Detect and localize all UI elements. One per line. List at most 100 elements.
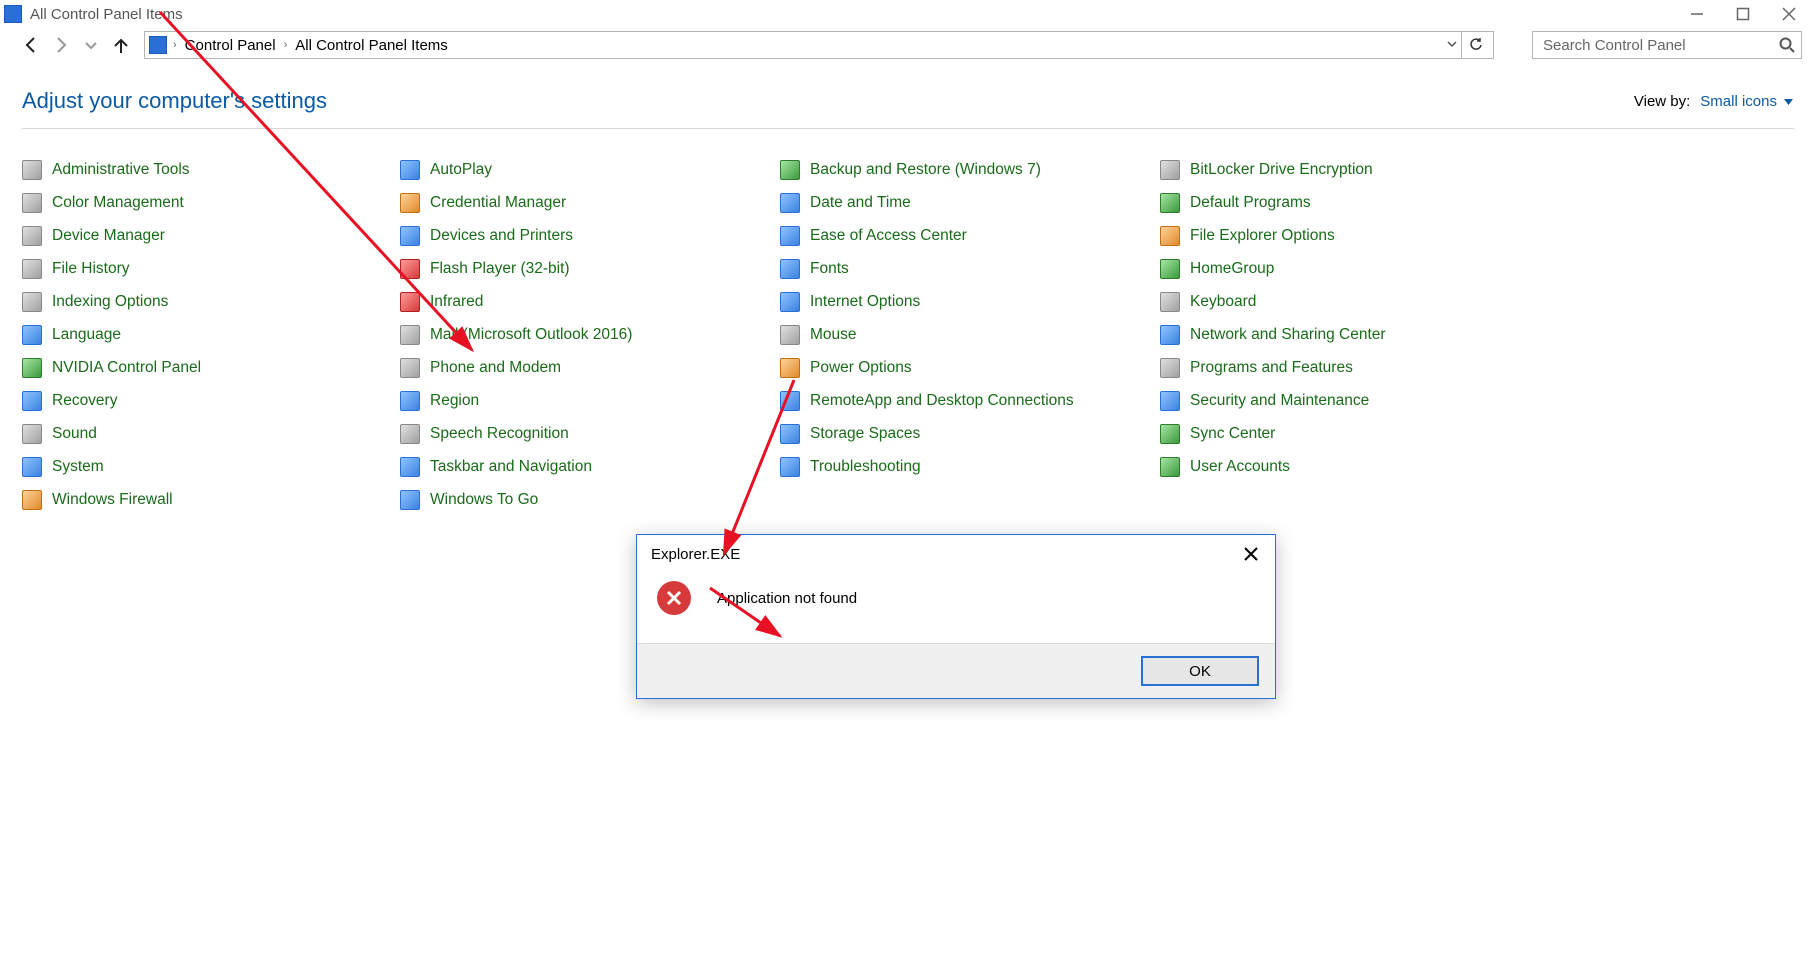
- content-area: Adjust your computer's settings View by:…: [0, 62, 1816, 516]
- window-title: All Control Panel Items: [30, 6, 183, 23]
- breadcrumb-current[interactable]: All Control Panel Items: [289, 37, 454, 54]
- search-icon: [1779, 37, 1795, 53]
- minimize-button[interactable]: [1674, 0, 1720, 28]
- control-panel-item[interactable]: Region: [400, 384, 780, 417]
- applet-icon: [1160, 160, 1180, 180]
- search-input[interactable]: Search Control Panel: [1532, 31, 1802, 59]
- dialog-titlebar[interactable]: Explorer.EXE: [637, 535, 1275, 573]
- recent-locations-button[interactable]: [78, 32, 104, 58]
- control-panel-item[interactable]: Credential Manager: [400, 186, 780, 219]
- back-button[interactable]: [18, 32, 44, 58]
- applet-icon: [22, 490, 42, 510]
- maximize-button[interactable]: [1720, 0, 1766, 28]
- grid-column: Administrative ToolsColor Management Devi…: [22, 153, 400, 516]
- applet-label: Indexing Options: [52, 293, 168, 311]
- applet-icon: [22, 193, 42, 213]
- control-panel-item[interactable]: Language: [22, 318, 400, 351]
- applet-icon: [22, 424, 42, 444]
- control-panel-item[interactable]: Default Programs: [1160, 186, 1540, 219]
- arrow-right-icon: [52, 36, 70, 54]
- control-panel-item[interactable]: Keyboard: [1160, 285, 1540, 318]
- applet-label: Power Options: [810, 359, 912, 377]
- control-panel-item[interactable]: Mail (Microsoft Outlook 2016): [400, 318, 780, 351]
- applet-label: BitLocker Drive Encryption: [1190, 161, 1373, 179]
- control-panel-item[interactable]: Mouse: [780, 318, 1160, 351]
- control-panel-item[interactable]: Storage Spaces: [780, 417, 1160, 450]
- control-panel-item[interactable]: NVIDIA Control Panel: [22, 351, 400, 384]
- control-panel-item-grid: Administrative ToolsColor ManagementDevi…: [22, 153, 1794, 516]
- applet-icon: [1160, 292, 1180, 312]
- control-panel-item[interactable]: Infrared: [400, 285, 780, 318]
- control-panel-item[interactable]: Power Options: [780, 351, 1160, 384]
- address-dropdown[interactable]: [1443, 37, 1461, 54]
- control-panel-item[interactable]: Ease of Access Center: [780, 219, 1160, 252]
- control-panel-item[interactable]: AutoPlay: [400, 153, 780, 186]
- control-panel-item[interactable]: Flash Player (32-bit): [400, 252, 780, 285]
- control-panel-item[interactable]: System: [22, 450, 400, 483]
- applet-icon: [780, 325, 800, 345]
- applet-icon: [400, 226, 420, 246]
- control-panel-item[interactable]: Windows To Go: [400, 483, 780, 516]
- control-panel-item[interactable]: Security and Maintenance: [1160, 384, 1540, 417]
- applet-label: Phone and Modem: [430, 359, 561, 377]
- applet-label: Credential Manager: [430, 194, 566, 212]
- breadcrumb-root[interactable]: Control Panel: [179, 37, 282, 54]
- control-panel-item[interactable]: Device Manager: [22, 219, 400, 252]
- control-panel-item[interactable]: Troubleshooting: [780, 450, 1160, 483]
- control-panel-item[interactable]: Recovery: [22, 384, 400, 417]
- header-row: Adjust your computer's settings View by:…: [22, 88, 1794, 114]
- applet-label: Mouse: [810, 326, 857, 344]
- arrow-up-icon: [112, 36, 130, 54]
- applet-label: Device Manager: [52, 227, 165, 245]
- control-panel-item[interactable]: Backup and Restore (Windows 7): [780, 153, 1160, 186]
- control-panel-item[interactable]: User Accounts: [1160, 450, 1540, 483]
- dialog-close-button[interactable]: [1235, 539, 1267, 569]
- refresh-icon: [1469, 38, 1483, 52]
- chevron-down-icon: [82, 36, 100, 54]
- control-panel-item[interactable]: Sync Center: [1160, 417, 1540, 450]
- applet-icon: [780, 259, 800, 279]
- applet-label: File History: [52, 260, 130, 278]
- ok-button[interactable]: OK: [1141, 656, 1259, 686]
- control-panel-icon: [149, 36, 167, 54]
- control-panel-item[interactable]: Devices and Printers: [400, 219, 780, 252]
- applet-icon: [780, 160, 800, 180]
- control-panel-item[interactable]: Indexing Options: [22, 285, 400, 318]
- up-button[interactable]: [108, 32, 134, 58]
- control-panel-item[interactable]: Sound: [22, 417, 400, 450]
- viewby-dropdown[interactable]: Small icons: [1700, 93, 1794, 110]
- applet-icon: [780, 391, 800, 411]
- applet-icon: [780, 424, 800, 444]
- control-panel-item[interactable]: BitLocker Drive Encryption: [1160, 153, 1540, 186]
- control-panel-item[interactable]: Programs and Features: [1160, 351, 1540, 384]
- control-panel-item[interactable]: Windows Firewall: [22, 483, 400, 516]
- window-titlebar: All Control Panel Items: [0, 0, 1816, 28]
- control-panel-item[interactable]: Fonts: [780, 252, 1160, 285]
- control-panel-item[interactable]: RemoteApp and Desktop Connections: [780, 384, 1160, 417]
- refresh-button[interactable]: [1461, 31, 1489, 59]
- control-panel-item[interactable]: Taskbar and Navigation: [400, 450, 780, 483]
- minimize-icon: [1690, 7, 1704, 21]
- dialog-message: Application not found: [717, 590, 857, 607]
- applet-icon: [1160, 259, 1180, 279]
- applet-icon: [22, 160, 42, 180]
- applet-label: Storage Spaces: [810, 425, 920, 443]
- applet-label: Windows To Go: [430, 491, 538, 509]
- control-panel-item[interactable]: Administrative Tools: [22, 153, 400, 186]
- control-panel-item[interactable]: Internet Options: [780, 285, 1160, 318]
- applet-label: Mail (Microsoft Outlook 2016): [430, 326, 632, 344]
- close-button[interactable]: [1766, 0, 1812, 28]
- forward-button[interactable]: [48, 32, 74, 58]
- control-panel-item[interactable]: Date and Time: [780, 186, 1160, 219]
- applet-icon: [400, 259, 420, 279]
- control-panel-item[interactable]: File History: [22, 252, 400, 285]
- dialog-title: Explorer.EXE: [651, 546, 740, 563]
- control-panel-item[interactable]: File Explorer Options: [1160, 219, 1540, 252]
- control-panel-item[interactable]: Phone and Modem: [400, 351, 780, 384]
- control-panel-item[interactable]: HomeGroup: [1160, 252, 1540, 285]
- control-panel-item[interactable]: Color Management: [22, 186, 400, 219]
- viewby-value: Small icons: [1700, 93, 1777, 110]
- address-bar[interactable]: › Control Panel › All Control Panel Item…: [144, 31, 1494, 59]
- control-panel-item[interactable]: Network and Sharing Center: [1160, 318, 1540, 351]
- control-panel-item[interactable]: Speech Recognition: [400, 417, 780, 450]
